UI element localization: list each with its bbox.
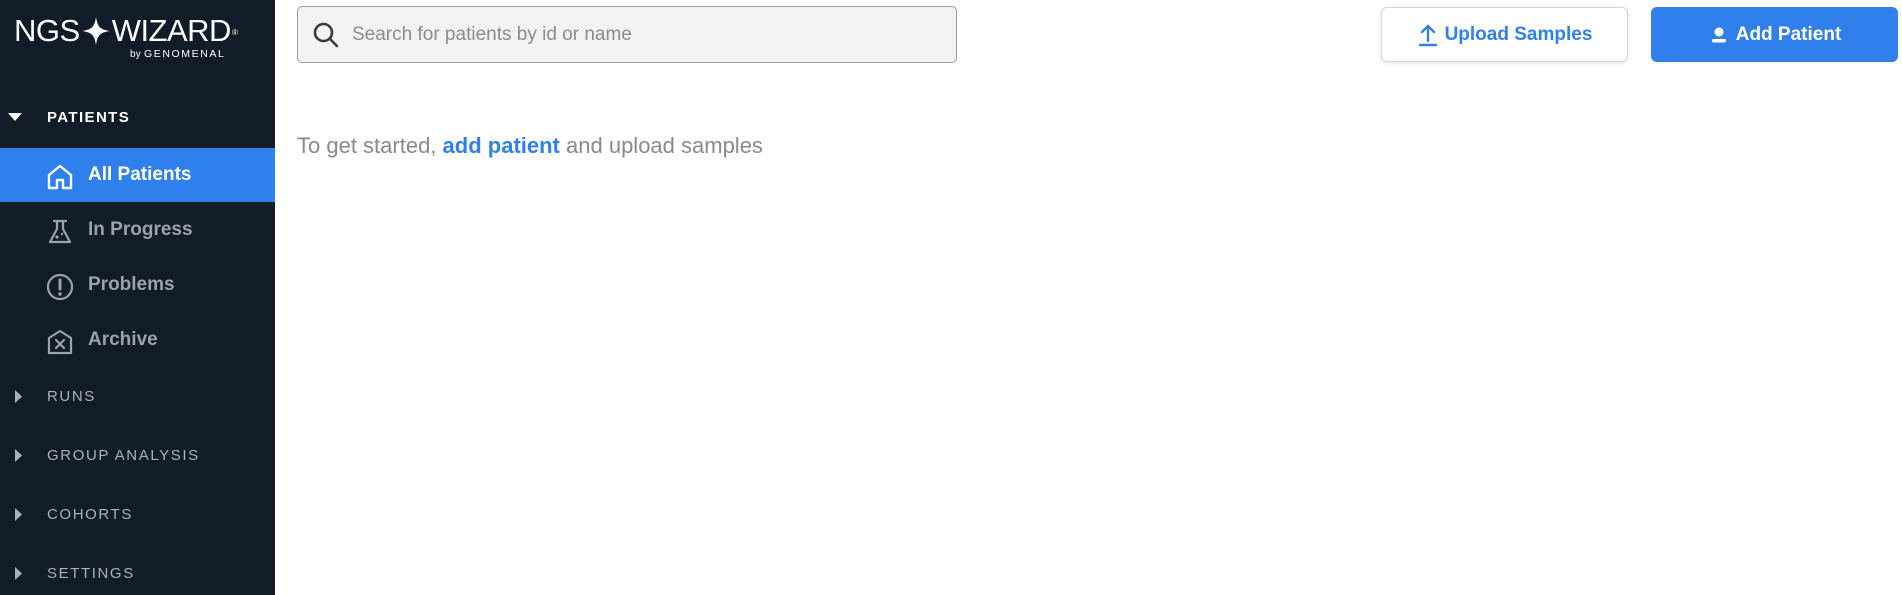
logo-by: by — [130, 49, 141, 60]
upload-samples-button[interactable]: Upload Samples — [1381, 7, 1628, 62]
caret-right-icon — [0, 389, 30, 403]
sidebar-item-label: In Progress — [88, 219, 193, 240]
registered-mark: ® — [231, 28, 238, 37]
section-settings[interactable]: SETTINGS — [0, 553, 275, 593]
section-label-group-analysis: GROUP ANALYSIS — [47, 446, 200, 464]
home-icon — [47, 164, 73, 190]
user-icon — [1711, 27, 1726, 42]
sidebar-item-archive[interactable]: Archive — [0, 313, 275, 367]
section-group-analysis[interactable]: GROUP ANALYSIS — [0, 435, 275, 475]
section-label-cohorts: COHORTS — [47, 505, 133, 523]
archive-x-icon — [47, 329, 73, 355]
logo-text-right: WIZARD — [111, 13, 232, 48]
logo-text-left: NGS — [14, 13, 80, 48]
section-patients[interactable]: PATIENTS — [0, 97, 275, 137]
add-patient-button[interactable]: Add Patient — [1651, 7, 1898, 62]
section-runs[interactable]: RUNS — [0, 376, 275, 416]
logo-wordmark: NGS WIZARD ® — [14, 12, 264, 50]
sidebar-item-label: All Patients — [88, 164, 192, 185]
sidebar-item-in-progress[interactable]: In Progress — [0, 203, 275, 257]
sidebar-item-label: Archive — [88, 329, 158, 350]
section-label-settings: SETTINGS — [47, 564, 135, 582]
section-cohorts[interactable]: COHORTS — [0, 494, 275, 534]
sidebar-item-all-patients[interactable]: All Patients — [0, 148, 275, 202]
sidebar-item-label: Problems — [88, 274, 175, 295]
add-patient-label: Add Patient — [1735, 23, 1842, 45]
upload-samples-label: Upload Samples — [1444, 23, 1593, 45]
sidebar: NGS WIZARD ® by GENOMENAL PATIENTS All Pa… — [0, 0, 275, 595]
search-bar[interactable] — [297, 6, 957, 63]
upload-icon — [1418, 24, 1437, 46]
empty-state-message: To get started, add patient and upload s… — [297, 133, 763, 159]
exclamation-circle-icon — [46, 273, 74, 301]
add-patient-link[interactable]: add patient — [443, 133, 560, 158]
caret-down-icon — [0, 112, 30, 122]
flask-icon — [48, 219, 72, 244]
empty-state-prefix: To get started, — [297, 133, 437, 158]
caret-right-icon — [0, 507, 30, 521]
caret-right-icon — [0, 448, 30, 462]
sidebar-item-problems[interactable]: Problems — [0, 258, 275, 312]
caret-right-icon — [0, 566, 30, 580]
section-label-patients: PATIENTS — [47, 108, 131, 126]
section-label-runs: RUNS — [47, 387, 96, 405]
logo-company: GENOMENAL — [143, 48, 226, 60]
search-input[interactable] — [352, 15, 942, 55]
empty-state-suffix: and upload samples — [566, 133, 763, 158]
logo-subtitle: by GENOMENAL — [130, 48, 225, 60]
search-icon — [313, 22, 339, 48]
app-logo[interactable]: NGS WIZARD ® by GENOMENAL — [14, 12, 264, 64]
star-icon — [81, 17, 110, 45]
